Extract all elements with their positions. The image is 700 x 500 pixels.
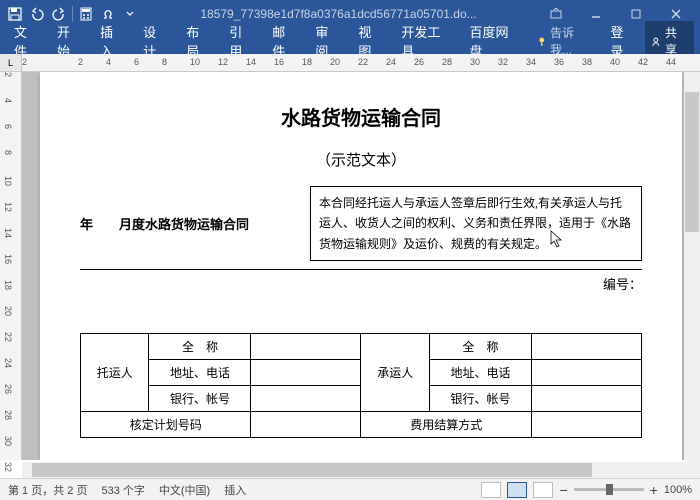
zoom-slider[interactable] [574,488,644,491]
zoom-level[interactable]: 100% [664,484,692,496]
zoom-in-button[interactable]: + [650,482,658,498]
view-web-icon[interactable] [533,482,553,498]
horizontal-scrollbar[interactable] [22,462,684,478]
doc-heading: 水路货物运输合同 [80,102,642,131]
status-mode[interactable]: 插入 [224,482,246,498]
notice-box: 本合同经托运人与承运人签章后即行生效,有关承运人与托运人、收货人之间的权利、义务… [310,186,642,261]
contract-table: 托运人全 称承运人全 称 地址、电话地址、电话 银行、帐号银行、帐号 核定计划号… [80,333,642,438]
vertical-ruler[interactable]: 2468101214161820222426283032 [0,72,22,460]
zoom-out-button[interactable]: − [559,482,567,498]
tell-me[interactable]: 告诉我... [530,24,601,58]
status-lang[interactable]: 中文(中国) [159,482,210,498]
doc-subtitle: （示范文本） [80,149,642,170]
vertical-scrollbar[interactable] [684,72,700,478]
status-words[interactable]: 533 个字 [101,482,144,498]
view-read-icon[interactable] [481,482,501,498]
left-label: 年 月度水路货物运输合同 [80,186,300,261]
status-bar: 第 1 页，共 2 页 533 个字 中文(中国) 插入 − + 100% [0,478,700,500]
ruler-corner: L [0,54,22,72]
h-scroll-thumb[interactable] [32,463,592,477]
page: 水路货物运输合同 （示范文本） 年 月度水路货物运输合同 本合同经托运人与承运人… [40,72,682,460]
status-page[interactable]: 第 1 页，共 2 页 [8,482,87,498]
zoom-thumb[interactable] [606,484,613,495]
menu-bar: 文件 开始 插入 设计 布局 引用 邮件 审阅 视图 开发工具 百度网盘 告诉我… [0,28,700,54]
v-scroll-thumb[interactable] [685,92,699,232]
bianhao-label: 编号： [80,269,642,293]
horizontal-ruler[interactable]: L 22468101214161820222426283032343638404… [0,54,700,72]
document-viewport[interactable]: 水路货物运输合同 （示范文本） 年 月度水路货物运输合同 本合同经托运人与承运人… [22,72,700,460]
view-print-icon[interactable] [507,482,527,498]
